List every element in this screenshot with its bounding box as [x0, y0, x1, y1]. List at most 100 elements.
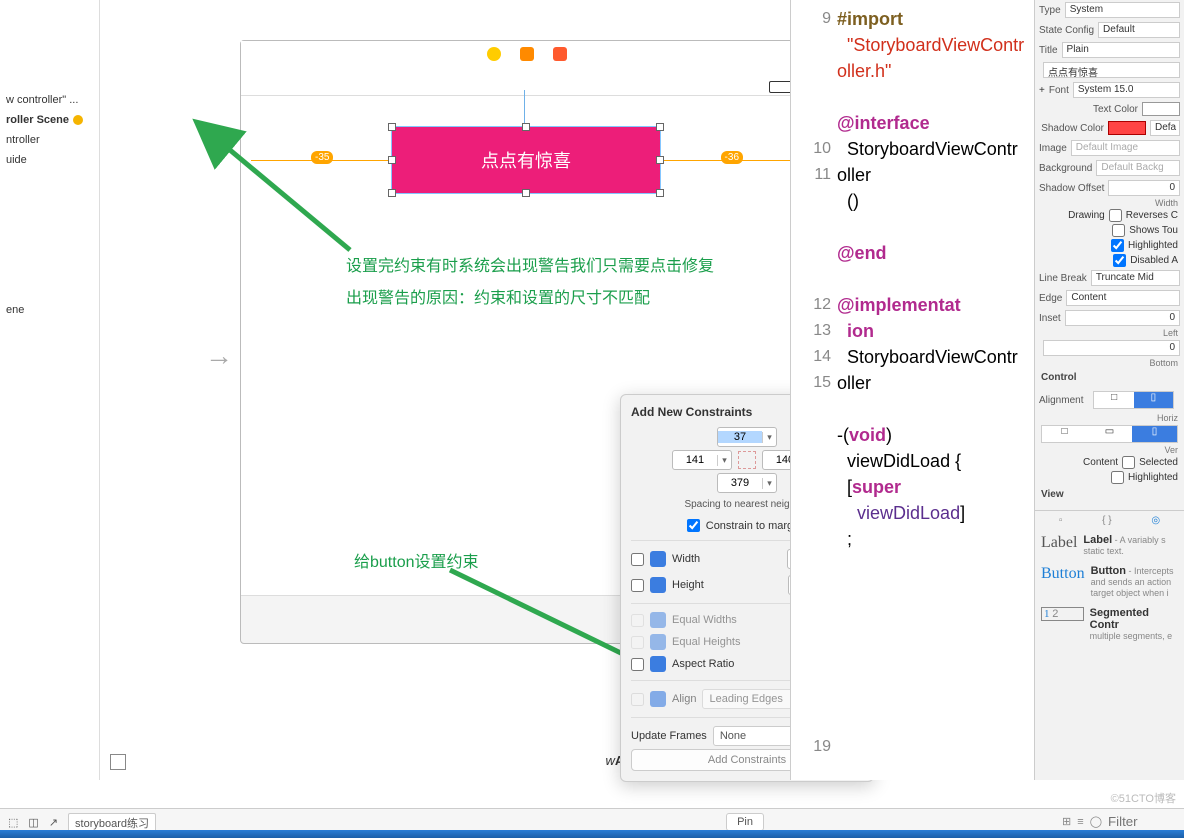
gutter: 9 1011 12131415 19 — [791, 0, 831, 760]
reverses-checkbox[interactable] — [1109, 209, 1122, 222]
content-label: Content — [1041, 457, 1118, 468]
aspect-ratio-checkbox[interactable] — [631, 658, 644, 671]
state-select[interactable]: Default — [1098, 22, 1180, 38]
constrain-margins-checkbox[interactable] — [687, 519, 700, 532]
pin-button[interactable]: Pin — [726, 813, 764, 831]
insertion-cursor — [524, 90, 525, 126]
warning-icon — [73, 115, 83, 125]
aspect-ratio-label: Aspect Ratio — [672, 658, 734, 670]
inset-bottom-input[interactable]: 0 — [1043, 340, 1180, 356]
resize-handle[interactable] — [522, 189, 530, 197]
shows-touch-checkbox[interactable] — [1112, 224, 1125, 237]
constraint-badge: -35 — [311, 151, 333, 164]
background-field[interactable]: Default Backg — [1096, 160, 1180, 176]
equal-widths-label: Equal Widths — [672, 614, 737, 626]
equal-heights-icon — [650, 634, 666, 650]
nav-item[interactable]: ene — [0, 300, 99, 320]
nav-item[interactable]: w controller" ... — [0, 90, 99, 110]
object-library: ▫ { } ◎ LabelLabel - A variably s static t… — [1035, 510, 1184, 646]
edge-label: Edge — [1039, 293, 1062, 304]
resize-handle[interactable] — [388, 123, 396, 131]
align-checkbox — [631, 693, 644, 706]
width-icon — [650, 551, 666, 567]
inset-label: Inset — [1039, 313, 1061, 324]
font-field[interactable]: System 15.0 — [1073, 82, 1180, 98]
nav-item[interactable]: ntroller — [0, 130, 99, 150]
top-spacing-input[interactable]: ▾ — [717, 427, 777, 447]
orange-cube-icon — [520, 47, 534, 61]
height-checkbox[interactable] — [631, 579, 644, 592]
type-label: Type — [1039, 5, 1061, 16]
shadow-color-label: Shadow Color — [1041, 123, 1104, 134]
annotation-text: 给button设置约束 — [354, 548, 479, 572]
code-editor[interactable]: 9 1011 12131415 19 #import "StoryboardVi… — [790, 0, 1030, 780]
highlighted2-checkbox[interactable] — [1111, 471, 1124, 484]
image-label: Image — [1039, 143, 1067, 154]
file-tab-icon[interactable]: ▫ — [1059, 515, 1063, 526]
outline-toggle-icon[interactable] — [110, 754, 126, 770]
alignment-label: Alignment — [1039, 395, 1083, 406]
library-item-button[interactable]: ButtonButton - Intercepts and sends an a… — [1035, 561, 1184, 603]
library-item-segmented[interactable]: 1 2Segmented Contrmultiple segments, e — [1035, 603, 1184, 646]
pink-button[interactable]: 点点有惊喜 — [391, 126, 661, 194]
filter-input[interactable] — [1108, 814, 1178, 829]
resize-handle[interactable] — [388, 156, 396, 164]
image-field[interactable]: Default Image — [1071, 140, 1180, 156]
type-select[interactable]: System — [1065, 2, 1180, 18]
update-frames-label: Update Frames — [631, 730, 707, 742]
code-text[interactable]: #import "StoryboardViewController.h" @in… — [837, 6, 1026, 552]
equal-heights-label: Equal Heights — [672, 636, 741, 648]
vert-align-segment[interactable]: □▭▯ — [1041, 425, 1178, 443]
yellow-dot-icon — [487, 47, 501, 61]
equal-heights-checkbox — [631, 636, 644, 649]
list-icon[interactable]: ≡ — [1077, 816, 1083, 828]
nav-scene[interactable]: roller Scene — [0, 110, 99, 130]
inset-bottom-sublabel: Bottom — [1035, 358, 1184, 368]
view-section: View — [1035, 485, 1184, 504]
toggle-icon[interactable]: ⬚ — [8, 816, 18, 829]
height-icon — [650, 577, 666, 593]
plus-icon[interactable]: + — [1039, 85, 1045, 96]
inset-left-sublabel: Left — [1035, 328, 1184, 338]
resize-handle[interactable] — [656, 189, 664, 197]
width-label: Width — [672, 553, 700, 565]
shadow-offset-input[interactable]: 0 — [1108, 180, 1180, 196]
highlighted-checkbox[interactable] — [1111, 239, 1124, 252]
text-color-swatch[interactable] — [1142, 102, 1180, 116]
braces-tab-icon[interactable]: { } — [1102, 515, 1111, 526]
library-filter[interactable]: ⊞ ≡ ◯ — [1062, 814, 1178, 829]
nav-item[interactable]: uide — [0, 150, 99, 170]
resize-handle[interactable] — [388, 189, 396, 197]
resize-handle[interactable] — [656, 156, 664, 164]
bottom-spacing-input[interactable]: ▾ — [717, 473, 777, 493]
navigator-panel: w controller" ... roller Scene ntroller … — [0, 0, 100, 780]
resize-handle[interactable] — [522, 123, 530, 131]
resize-handle[interactable] — [656, 123, 664, 131]
grid-icon[interactable]: ⊞ — [1062, 815, 1071, 828]
title-select[interactable]: Plain — [1062, 42, 1180, 58]
state-label: State Config — [1039, 25, 1094, 36]
disabled-adj-checkbox[interactable] — [1113, 254, 1126, 267]
shadow-color-swatch[interactable] — [1108, 121, 1146, 135]
circle-tab-icon[interactable]: ◎ — [1151, 515, 1160, 526]
nav-arrow-icon[interactable]: ↗ — [49, 816, 58, 829]
line-break-select[interactable]: Truncate Mid — [1091, 270, 1180, 286]
library-item-label[interactable]: LabelLabel - A variably s static text. — [1035, 530, 1184, 561]
panel-icon[interactable]: ◫ — [28, 816, 38, 829]
scene-toolbar — [241, 41, 813, 96]
edge-select[interactable]: Content — [1066, 290, 1180, 306]
button-label: 点点有惊喜 — [481, 147, 571, 173]
left-spacing-input[interactable]: ▾ — [672, 450, 732, 470]
text-color-label: Text Color — [1093, 104, 1138, 115]
shadow-color-select[interactable]: Defa — [1150, 120, 1180, 136]
horiz-align-segment[interactable]: □▯ — [1093, 391, 1174, 409]
drawing-label: Drawing — [1041, 210, 1105, 221]
inset-left-input[interactable]: 0 — [1065, 310, 1180, 326]
shadow-offset-label: Shadow Offset — [1039, 183, 1104, 194]
title-text-input[interactable]: 点点有惊喜 — [1043, 62, 1180, 78]
control-section: Control — [1035, 368, 1184, 387]
center-box-icon — [738, 451, 756, 469]
selected-checkbox[interactable] — [1122, 456, 1135, 469]
equal-widths-icon — [650, 612, 666, 628]
width-checkbox[interactable] — [631, 553, 644, 566]
